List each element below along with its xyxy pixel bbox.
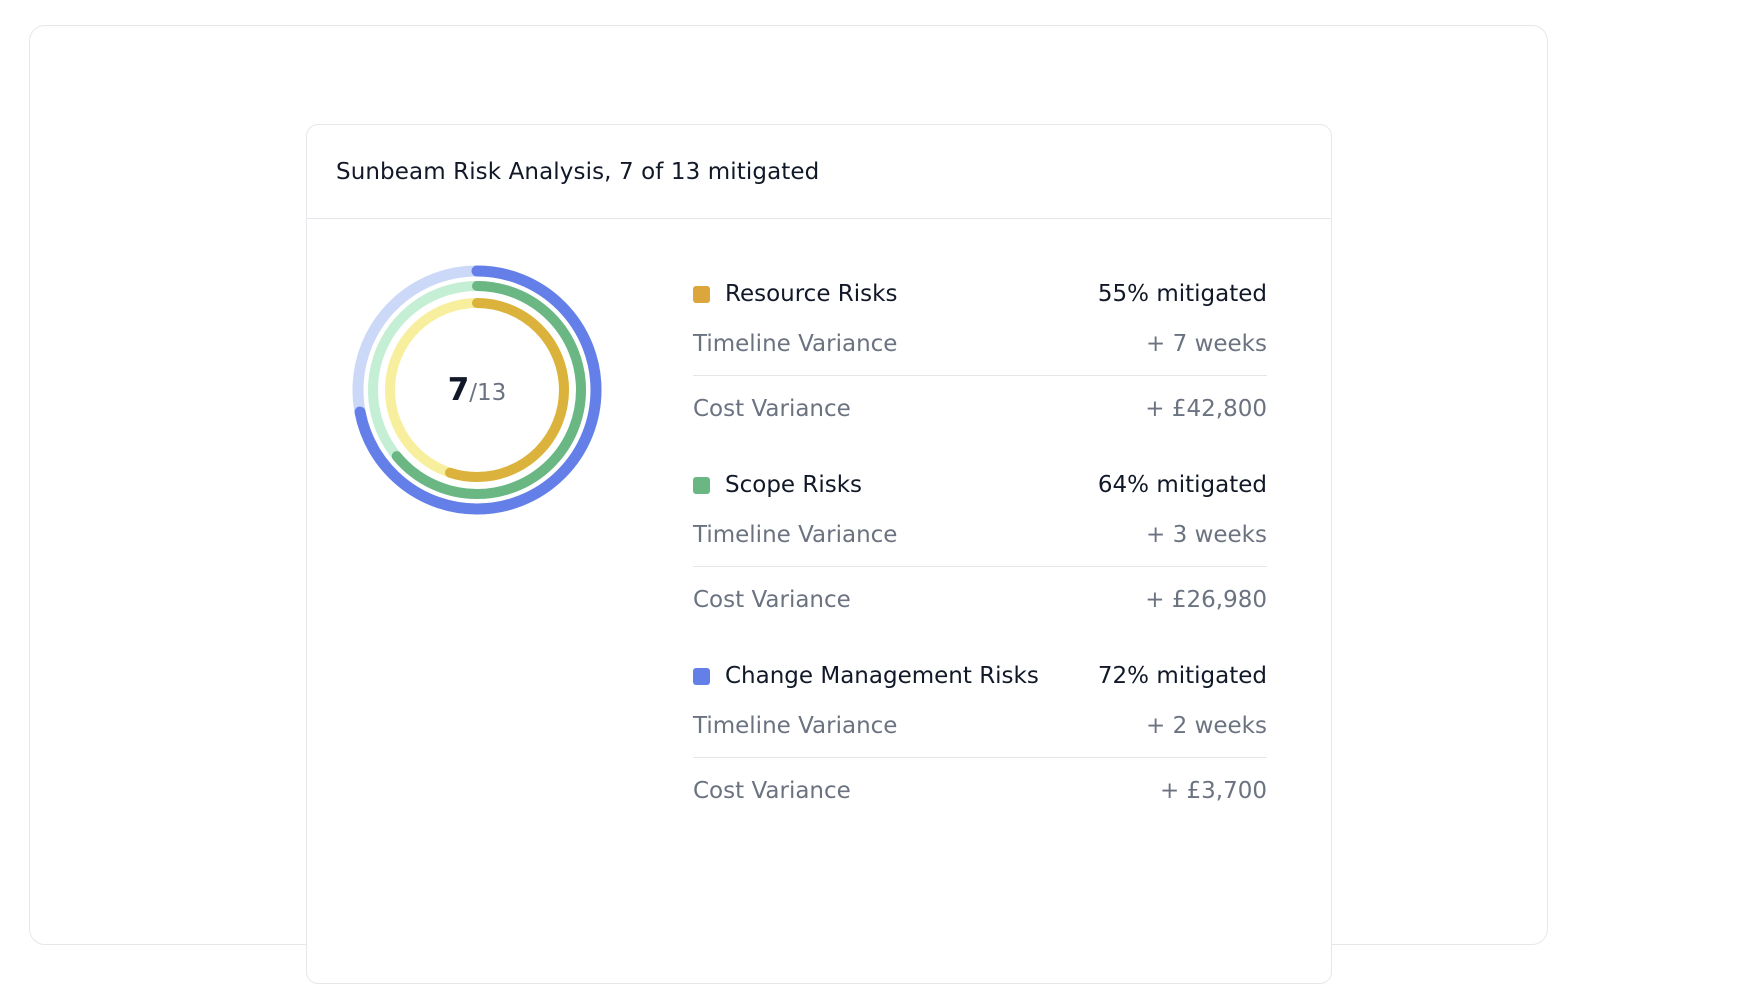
- swatch-resource: [693, 285, 710, 303]
- legend-group-resource: Resource Risks 55% mitigated Timeline Va…: [693, 263, 1267, 442]
- cost-label: Cost Variance: [693, 587, 851, 613]
- swatch-scope: [693, 476, 710, 494]
- timeline-row: Timeline Variance + 3 weeks: [693, 516, 1267, 567]
- group-pct: 72% mitigated: [1097, 663, 1267, 689]
- timeline-value: + 2 weeks: [1146, 713, 1267, 739]
- group-name: Scope Risks: [725, 472, 863, 498]
- outer-container: Sunbeam Risk Analysis, 7 of 13 mitigated…: [29, 25, 1548, 984]
- group-pct: 55% mitigated: [1097, 281, 1267, 307]
- legend: Resource Risks 55% mitigated Timeline Va…: [693, 263, 1267, 824]
- radial-progress-chart: 7 /13: [349, 262, 605, 518]
- timeline-row: Timeline Variance + 2 weeks: [693, 707, 1267, 758]
- group-head: Scope Risks 64% mitigated: [693, 454, 1267, 516]
- cost-label: Cost Variance: [693, 396, 851, 422]
- group-name-wrap: Change Management Risks: [693, 663, 1039, 689]
- group-head: Change Management Risks 72% mitigated: [693, 645, 1267, 707]
- cost-value: + £26,980: [1145, 587, 1267, 613]
- legend-group-change-management: Change Management Risks 72% mitigated Ti…: [693, 645, 1267, 824]
- cost-value: + £3,700: [1159, 778, 1267, 804]
- risk-analysis-card: Sunbeam Risk Analysis, 7 of 13 mitigated…: [306, 124, 1332, 984]
- group-name-wrap: Scope Risks: [693, 472, 862, 498]
- timeline-label: Timeline Variance: [693, 331, 898, 357]
- group-name: Change Management Risks: [725, 663, 1039, 689]
- swatch-change-management: [693, 667, 710, 685]
- group-pct: 64% mitigated: [1097, 472, 1267, 498]
- timeline-value: + 3 weeks: [1146, 522, 1267, 548]
- timeline-row: Timeline Variance + 7 weeks: [693, 325, 1267, 376]
- group-name-wrap: Resource Risks: [693, 281, 897, 307]
- card-title: Sunbeam Risk Analysis, 7 of 13 mitigated: [336, 158, 820, 185]
- cost-row: Cost Variance + £3,700: [693, 758, 1267, 824]
- cost-row: Cost Variance + £42,800: [693, 376, 1267, 442]
- card-header: Sunbeam Risk Analysis, 7 of 13 mitigated: [307, 125, 1331, 219]
- timeline-label: Timeline Variance: [693, 713, 898, 739]
- group-head: Resource Risks 55% mitigated: [693, 263, 1267, 325]
- rings-svg: [352, 265, 602, 515]
- cost-label: Cost Variance: [693, 778, 851, 804]
- cost-value: + £42,800: [1145, 396, 1267, 422]
- timeline-value: + 7 weeks: [1146, 331, 1267, 357]
- legend-group-scope: Scope Risks 64% mitigated Timeline Varia…: [693, 454, 1267, 633]
- cost-row: Cost Variance + £26,980: [693, 567, 1267, 633]
- timeline-label: Timeline Variance: [693, 522, 898, 548]
- group-name: Resource Risks: [725, 281, 898, 307]
